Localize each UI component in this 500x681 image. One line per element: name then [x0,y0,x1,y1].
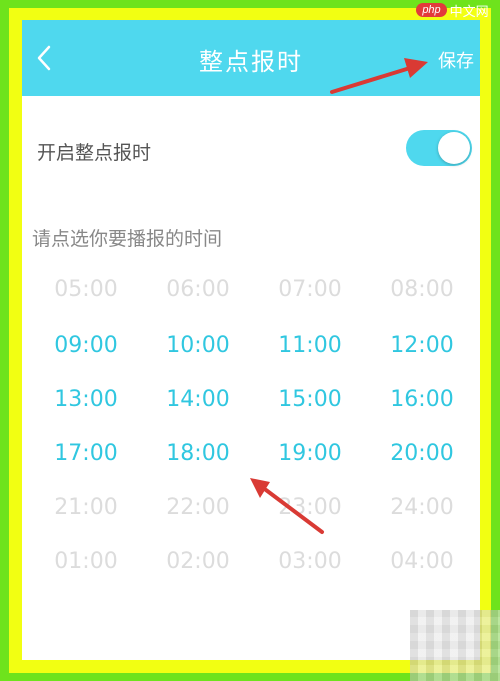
time-option[interactable]: 14:00 [142,384,254,416]
app-screen: 整点报时 保存 开启整点报时 请点选你要播报的时间 05:00 06:00 07:0… [22,20,480,660]
time-option[interactable]: 15:00 [254,384,366,416]
time-option[interactable]: 12:00 [366,330,478,362]
time-option[interactable]: 10:00 [142,330,254,362]
time-option[interactable]: 22:00 [142,492,254,524]
time-option[interactable]: 13:00 [30,384,142,416]
time-option[interactable]: 06:00 [142,274,254,306]
time-option[interactable]: 23:00 [254,492,366,524]
time-option[interactable]: 21:00 [30,492,142,524]
hourly-chime-row: 开启整点报时 [22,122,480,178]
hourly-chime-label: 开启整点报时 [37,142,152,164]
time-selection-prompt: 请点选你要播报的时间 [32,228,223,250]
time-option[interactable]: 20:00 [366,438,478,470]
time-option[interactable]: 03:00 [254,546,366,578]
time-option[interactable]: 24:00 [366,492,478,524]
header-bar: 整点报时 保存 [22,20,480,96]
time-option[interactable]: 04:00 [366,546,478,578]
time-option[interactable]: 08:00 [366,274,478,306]
time-option[interactable]: 05:00 [30,274,142,306]
page-title: 整点报时 [199,48,303,76]
site-watermark: php 中文网 [405,0,500,20]
time-option[interactable]: 17:00 [30,438,142,470]
time-option[interactable]: 09:00 [30,330,142,362]
toggle-knob [438,132,470,164]
time-option[interactable]: 07:00 [254,274,366,306]
time-option[interactable]: 19:00 [254,438,366,470]
mosaic-overlay [410,610,500,681]
watermark-text: 中文网 [449,4,489,20]
time-option[interactable]: 01:00 [30,546,142,578]
time-option[interactable]: 11:00 [254,330,366,362]
watermark-badge: php [416,3,447,17]
time-option[interactable]: 18:00 [142,438,254,470]
save-button[interactable]: 保存 [438,47,474,73]
time-option[interactable]: 02:00 [142,546,254,578]
hourly-chime-toggle[interactable] [406,130,472,166]
time-option[interactable]: 16:00 [366,384,478,416]
